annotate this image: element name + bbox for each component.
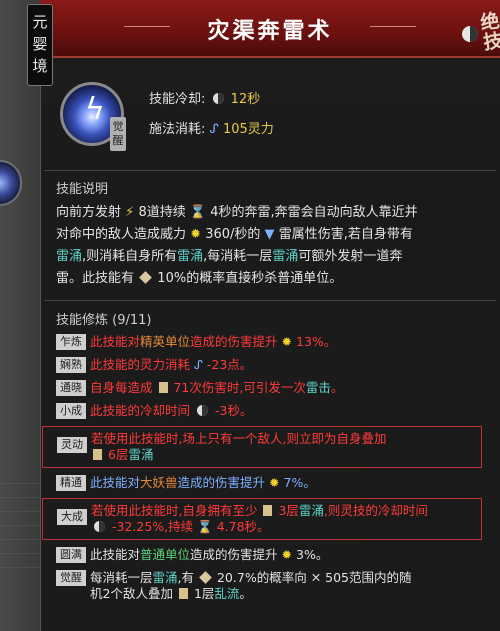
skill-title: 灾渠奔雷术 [207,18,333,44]
mod-item: 圆满 此技能对普通单位造成的伤害提升 ✹ 3%。 [56,547,476,563]
hourglass-icon: ⌛ [197,519,213,534]
hourglass-icon: ⌛ [189,205,207,220]
clock-icon [212,93,224,104]
divider [44,170,496,171]
cost-row: 施法消耗: ᔑ 105灵力 [149,118,274,137]
spirit-icon: ᔑ [209,122,219,137]
cost-value: 105灵力 [222,122,274,137]
moon-icon [462,26,478,42]
mods-list: 乍炼 此技能对精英单位造成的伤害提升 ✹ 13%。 娴熟 此技能的灵力消耗 ᔑ … [42,334,482,609]
power-icon: ✹ [281,547,293,562]
mods-title: 技能修炼 (9/11) [56,313,152,328]
mod-item: 觉醒 每消耗一层雷涌,有 20.7%的概率向 ✕ 505范围内的随 机2个敌人叠… [56,570,476,602]
power-icon: ✹ [190,227,202,242]
desc-line-4: 雷。此技能有 10%的概率直接秒杀普通单位。 [56,271,343,286]
mod-item-highlighted: 灵动 若使用此技能时,场上只有一个敌人,则立即为自身叠加 6层雷涌 [42,426,482,468]
mod-item: 小成 此技能的冷却时间 -3秒。 [56,403,476,419]
skill-description: 向前方发射 ⚡ 8道持续 ⌛ 4秒的奔雷,奔雷会自动向敌人靠近并 对命中的敌人造… [56,202,476,290]
awaken-badge: 觉醒 [110,117,126,151]
mod-tag: 圆满 [56,547,86,563]
mod-item: 精通 此技能对大妖兽造成的伤害提升 ✹ 7%。 [56,475,476,491]
background-grid [0,470,40,580]
power-icon: ✹ [269,475,280,490]
desc-line-1: 向前方发射 ⚡ 8道持续 ⌛ 4秒的奔雷,奔雷会自动向敌人靠近并 [56,205,418,220]
projectile-icon: ⚡ [125,205,135,220]
mod-tag: 小成 [56,403,86,419]
mod-tag: 灵动 [57,437,87,453]
scroll-icon [93,449,102,460]
mod-item-highlighted: 大成 若使用此技能时,自身拥有至少 3层雷涌,则灵技的冷却时间 -32.25%,… [42,498,482,540]
clock-icon [197,405,208,416]
mod-tag: 通晓 [56,380,86,396]
mod-item: 通晓 自身每造成 71次伤害时,可引发一次雷击。 [56,380,476,396]
cost-label: 施法消耗: [149,122,206,137]
cooldown-row: 技能冷却: 12秒 [149,88,260,107]
cooldown-value: 12秒 [230,92,261,107]
skill-header: 灾渠奔雷术 绝技 [40,0,500,58]
mod-item: 娴熟 此技能的灵力消耗 ᔑ -23点。 [56,357,476,373]
mod-tag: 觉醒 [56,570,86,586]
scroll-icon [158,382,168,393]
ultimate-glyph: 绝技 [479,9,500,55]
clock-icon [94,521,105,532]
divider [44,300,496,301]
power-icon: ✹ [281,334,293,349]
scroll-icon [178,588,188,599]
range-icon: ✕ [310,570,322,585]
chance-icon [139,271,153,284]
chance-icon [199,571,212,584]
spirit-icon: ᔑ [194,357,203,372]
desc-line-2: 对命中的敌人造成威力 ✹ 360/秒的 ▼ 雷属性伤害,若自身带有 [56,227,413,242]
cooldown-label: 技能冷却: [149,92,206,107]
thunder-element-icon: ▼ [264,227,275,242]
description-title: 技能说明 [56,182,109,197]
desc-line-3: 雷涌,则消耗自身所有雷涌,每消耗一层雷涌可额外发射一道奔 [56,249,403,264]
realm-badge: 元婴境 [27,4,53,86]
scroll-icon [263,505,273,516]
title-ornament-right [370,26,416,27]
mod-item: 乍炼 此技能对精英单位造成的伤害提升 ✹ 13%。 [56,334,476,350]
mod-tag: 娴熟 [56,357,86,373]
mod-tag: 大成 [57,509,87,525]
mod-tag: 精通 [56,475,86,491]
mod-tag: 乍炼 [56,334,86,350]
